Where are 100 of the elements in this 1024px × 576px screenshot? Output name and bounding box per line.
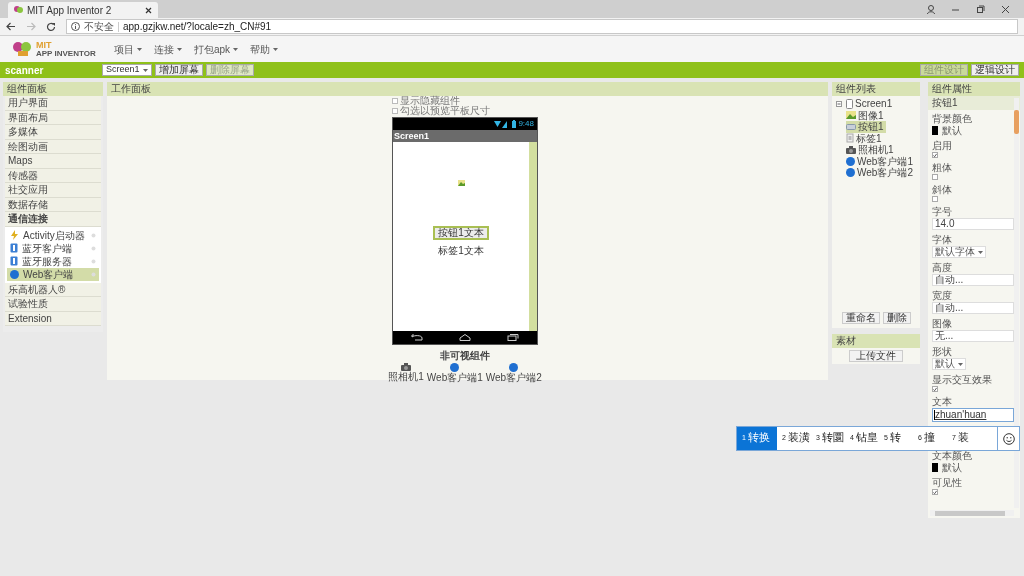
property-label: 斜体 (932, 184, 952, 196)
caret-icon (958, 362, 963, 366)
close-icon[interactable] (145, 6, 152, 14)
globe-icon (450, 363, 460, 372)
help-icon[interactable] (91, 245, 96, 251)
user-icon[interactable] (927, 4, 935, 14)
upload-button[interactable]: 上传文件 (849, 350, 903, 362)
color-value: 默认 (942, 125, 962, 136)
dropdown[interactable]: 默认 (932, 358, 966, 370)
help-icon[interactable] (91, 232, 96, 238)
palette-category[interactable]: 用户界面 (5, 96, 101, 111)
logo-text: MIT (36, 40, 53, 50)
menu-item[interactable]: 连接 (154, 41, 182, 57)
reload-icon[interactable] (46, 21, 56, 32)
color-swatch[interactable] (932, 126, 938, 135)
recent-apps-icon (507, 334, 519, 341)
palette-item[interactable]: Web客户端 (7, 267, 99, 281)
image-icon (457, 180, 465, 186)
checkbox[interactable] (392, 108, 398, 114)
panel-button[interactable]: 删除 (882, 312, 911, 324)
close-icon[interactable] (1001, 4, 1010, 14)
menu-item[interactable]: 打包apk (194, 41, 239, 57)
home-icon (459, 334, 471, 341)
checkbox[interactable] (392, 98, 398, 104)
tree-item[interactable]: Web客户端2 (846, 167, 915, 179)
globe-icon (10, 269, 19, 279)
scrollbar-thumb[interactable] (1014, 110, 1019, 134)
menu-item[interactable]: 项目 (114, 41, 142, 57)
horizontal-scrollbar[interactable] (930, 510, 1014, 516)
palette-category[interactable]: 通信连接 (5, 212, 101, 227)
tree-item[interactable]: 照相机1 (846, 144, 896, 156)
button-shape-icon (846, 122, 856, 131)
label-icon (846, 133, 854, 144)
checkbox[interactable] (932, 489, 938, 495)
caret-icon (233, 47, 239, 51)
palette-category[interactable]: 试验性质 (5, 297, 101, 312)
palette-item[interactable]: 蓝牙服务器 (7, 254, 99, 268)
menu-item[interactable]: 帮助 (250, 41, 279, 57)
checkbox[interactable] (932, 196, 938, 202)
property-label: 形状 (932, 346, 952, 358)
text-field[interactable]: 14.0 (932, 218, 1014, 230)
text-field[interactable]: 自动... (932, 274, 1014, 286)
property-label: 文本 (932, 396, 952, 408)
property-label: 显示交互效果 (932, 374, 992, 386)
emoji-icon[interactable] (1002, 432, 1015, 445)
color-value: 默认 (942, 462, 962, 473)
property-label: 粗体 (932, 162, 952, 174)
panel-header: 组件面板 (3, 82, 103, 96)
scrollbar-thumb[interactable] (935, 510, 1005, 516)
browser-tab[interactable]: MIT App Inventor 2 (8, 2, 158, 18)
checkbox[interactable] (932, 174, 938, 180)
property-label: 文本颜色 (932, 450, 972, 462)
url-text: app.gzjkw.net/?locale=zh_CN#91 (123, 20, 272, 34)
restore-icon[interactable] (976, 4, 985, 14)
back-icon[interactable] (6, 22, 16, 31)
panel-button[interactable]: 重命名 (841, 312, 880, 324)
property-label: 背景颜色 (932, 113, 972, 125)
caret-icon (137, 47, 142, 51)
forward-icon[interactable] (26, 22, 36, 31)
screen-title: Screen1 (393, 130, 537, 142)
checkbox[interactable] (932, 386, 938, 392)
vertical-scrollbar[interactable] (1014, 98, 1019, 508)
palette-category[interactable]: Maps (5, 154, 101, 169)
tree-item[interactable]: 按钮1 (846, 121, 886, 133)
color-swatch[interactable] (932, 463, 938, 472)
caret-icon (142, 68, 148, 72)
logo-icon (12, 41, 34, 57)
caret-icon (978, 250, 983, 254)
favicon-icon (14, 5, 23, 15)
view-tab[interactable]: 逻辑设计 (971, 64, 1019, 76)
tree-item[interactable]: Screen1 (836, 98, 895, 110)
globe-icon (509, 363, 519, 372)
palette-category[interactable]: 社交应用 (5, 183, 101, 198)
panel-header: 组件属性 (928, 82, 1020, 96)
text-field[interactable]: 自动... (932, 302, 1014, 314)
property-label: 字体 (932, 234, 952, 246)
panel-header: 工作面板 (107, 82, 828, 96)
help-icon[interactable] (91, 258, 96, 264)
camera-icon (846, 145, 856, 154)
component-label: Web客户端1 (426, 372, 483, 384)
palette-item[interactable]: 蓝牙客户端 (7, 241, 99, 255)
address-field[interactable]: 不安全 app.gzjkw.net/?locale=zh_CN#91 (66, 19, 1018, 34)
panel-header: 素材 (832, 334, 920, 348)
dropdown[interactable]: 默认字体 (932, 246, 986, 258)
device-icon (10, 243, 18, 253)
tree-item[interactable]: 图像1 (846, 109, 886, 121)
text-field[interactable]: 无... (932, 330, 1014, 342)
checkbox-label: 勾选以预览平板尺寸 (400, 106, 490, 116)
palette-category[interactable]: 多媒体 (5, 125, 101, 140)
toolbar-button[interactable]: 增加屏幕 (154, 64, 203, 76)
collapse-icon[interactable] (836, 100, 842, 107)
tree-item[interactable]: 标签1 (846, 132, 884, 144)
image-icon (846, 111, 856, 120)
info-icon (71, 22, 80, 31)
screen-dropdown[interactable]: Screen1 (102, 64, 152, 76)
checkbox[interactable] (932, 152, 938, 158)
tree-item[interactable]: Web客户端1 (846, 155, 915, 167)
battery-icon (512, 120, 517, 128)
text-field[interactable]: zhuan'huan (932, 408, 1014, 422)
palette-item[interactable]: Activity启动器 (7, 228, 99, 242)
